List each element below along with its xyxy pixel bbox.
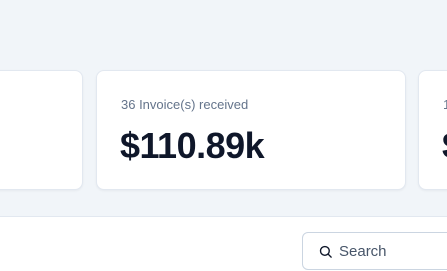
stat-card-value: $110.89k — [120, 125, 265, 166]
stat-card-value: $ — [442, 125, 447, 167]
table-toolbar — [0, 216, 447, 271]
stat-card-invoices-received: 36 Invoice(s) received $110.89k — [96, 70, 406, 190]
stats-row: 36 Invoice(s) received $110.89k 1 $ — [0, 0, 447, 216]
stat-card-left — [0, 70, 83, 190]
search-icon — [317, 243, 333, 259]
invoices-page: 36 Invoice(s) received $110.89k 1 $ — [0, 0, 447, 271]
search-box[interactable] — [302, 232, 447, 270]
stat-card-label: 36 Invoice(s) received — [121, 97, 249, 112]
search-input[interactable] — [339, 242, 447, 260]
stat-card-label: 1 — [443, 97, 447, 112]
stat-card-right: 1 $ — [418, 70, 447, 190]
